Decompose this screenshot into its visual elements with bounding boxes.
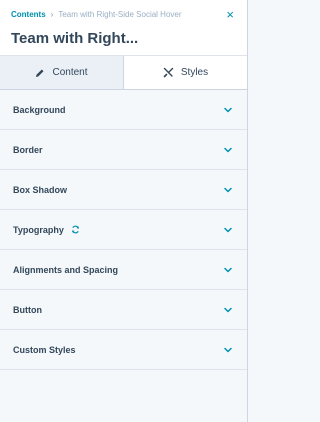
breadcrumb-contents-link[interactable]: Contents xyxy=(11,10,46,19)
chevron-down-icon xyxy=(224,347,232,353)
chevron-down-icon xyxy=(224,187,232,193)
section-box-shadow[interactable]: Box Shadow xyxy=(0,170,247,210)
section-label: Button xyxy=(13,304,42,315)
chevron-down-icon xyxy=(224,107,232,113)
section-label: Typography xyxy=(13,224,64,235)
close-icon[interactable]: × xyxy=(226,8,234,21)
tab-bar: Content Styles xyxy=(0,56,247,90)
pencil-icon xyxy=(35,68,45,78)
section-border[interactable]: Border xyxy=(0,130,247,170)
section-label: Alignments and Spacing xyxy=(13,264,119,275)
chevron-down-icon xyxy=(224,267,232,273)
section-custom-styles[interactable]: Custom Styles xyxy=(0,330,247,370)
tab-styles[interactable]: Styles xyxy=(124,56,247,89)
tab-content-label: Content xyxy=(52,67,88,78)
section-label: Background xyxy=(13,104,66,115)
section-background[interactable]: Background xyxy=(0,90,247,130)
breadcrumb: Contents › Team with Right-Side Social H… xyxy=(11,10,182,19)
style-editor-panel: Contents › Team with Right-Side Social H… xyxy=(0,0,248,422)
page-title: Team with Right... xyxy=(11,30,139,47)
chevron-down-icon xyxy=(224,147,232,153)
brush-icon xyxy=(163,67,174,78)
section-typography[interactable]: Typography xyxy=(0,210,247,250)
chevron-down-icon xyxy=(224,307,232,313)
breadcrumb-separator: › xyxy=(50,10,54,19)
section-label: Border xyxy=(13,144,43,155)
panel-header: Contents › Team with Right-Side Social H… xyxy=(0,0,247,56)
section-button[interactable]: Button xyxy=(0,290,247,330)
breadcrumb-current: Team with Right-Side Social Hover xyxy=(58,10,182,19)
section-alignments-and-spacing[interactable]: Alignments and Spacing xyxy=(0,250,247,290)
chevron-down-icon xyxy=(224,227,232,233)
section-label: Box Shadow xyxy=(13,184,68,195)
section-label: Custom Styles xyxy=(13,344,76,355)
tab-styles-label: Styles xyxy=(180,67,209,78)
sync-icon xyxy=(71,225,80,234)
tab-content[interactable]: Content xyxy=(0,56,124,89)
